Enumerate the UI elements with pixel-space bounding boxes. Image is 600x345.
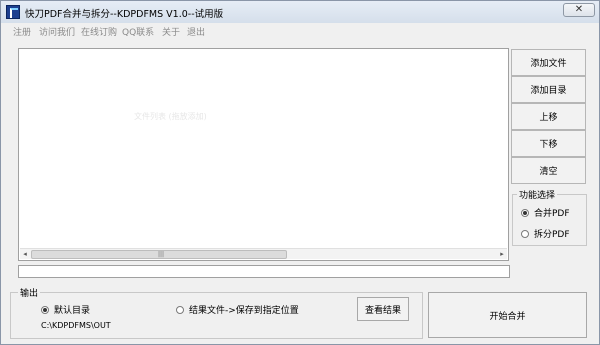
window-title: 快刀PDF合并与拆分--KDPDFMS V1.0--试用版 bbox=[25, 9, 224, 20]
add-file-button[interactable]: 添加文件 bbox=[511, 49, 586, 76]
app-window: 快刀PDF合并与拆分--KDPDFMS V1.0--试用版 ✕ 注册 访问我们 … bbox=[0, 0, 600, 345]
merge-pdf-radio[interactable]: 合并PDF bbox=[521, 206, 570, 219]
output-label: 输出 bbox=[18, 286, 41, 299]
function-select-label: 功能选择 bbox=[517, 188, 558, 201]
custom-location-radio[interactable]: 结果文件->保存到指定位置 bbox=[176, 303, 299, 316]
merge-pdf-label: 合并PDF bbox=[534, 209, 570, 219]
menu-visit-us[interactable]: 访问我们 bbox=[39, 25, 75, 38]
menu-qq-contact[interactable]: QQ联系 bbox=[122, 25, 154, 38]
radio-selected-icon bbox=[521, 208, 529, 217]
file-list-placeholder: 文件列表 (拖放添加) bbox=[134, 112, 207, 121]
default-directory-label: 默认目录 bbox=[54, 306, 91, 316]
file-list[interactable]: 文件列表 (拖放添加) ◂ ||| ▸ bbox=[18, 48, 509, 261]
output-path: C:\KDPDFMS\OUT bbox=[41, 321, 111, 330]
default-directory-radio[interactable]: 默认目录 bbox=[41, 303, 90, 316]
output-group: 输出 默认目录 结果文件->保存到指定位置 查看结果 bbox=[10, 286, 423, 339]
app-logo-icon bbox=[6, 5, 20, 19]
menu-about[interactable]: 关于 bbox=[162, 25, 180, 38]
menu-bar: 注册 访问我们 在线订购 QQ联系 关于 退出 bbox=[1, 23, 599, 39]
radio-unselected-icon bbox=[521, 229, 529, 238]
menu-exit[interactable]: 退出 bbox=[187, 25, 205, 38]
view-results-button[interactable]: 查看结果 bbox=[357, 297, 409, 321]
clear-button[interactable]: 清空 bbox=[511, 157, 586, 184]
scroll-thumb[interactable]: ||| bbox=[31, 250, 287, 259]
add-directory-button[interactable]: 添加目录 bbox=[511, 76, 586, 103]
radio-selected-icon bbox=[41, 305, 49, 314]
status-field bbox=[18, 265, 510, 278]
menu-register[interactable]: 注册 bbox=[13, 25, 31, 38]
scroll-left-icon[interactable]: ◂ bbox=[20, 249, 30, 259]
horizontal-scrollbar[interactable]: ◂ ||| ▸ bbox=[20, 248, 507, 259]
grip-icon: ||| bbox=[158, 251, 165, 258]
title-bar: 快刀PDF合并与拆分--KDPDFMS V1.0--试用版 ✕ bbox=[1, 1, 599, 23]
menu-order-online[interactable]: 在线订购 bbox=[81, 25, 117, 38]
move-up-button[interactable]: 上移 bbox=[511, 103, 586, 130]
start-merge-button[interactable]: 开始合并 bbox=[428, 292, 587, 338]
custom-location-label: 结果文件->保存到指定位置 bbox=[189, 306, 299, 316]
scroll-right-icon[interactable]: ▸ bbox=[497, 249, 507, 259]
move-down-button[interactable]: 下移 bbox=[511, 130, 586, 157]
split-pdf-label: 拆分PDF bbox=[534, 230, 570, 240]
split-pdf-radio[interactable]: 拆分PDF bbox=[521, 227, 570, 240]
close-button[interactable]: ✕ bbox=[563, 3, 595, 17]
radio-unselected-icon bbox=[176, 305, 184, 314]
function-select-group: 功能选择 合并PDF 拆分PDF bbox=[512, 188, 587, 246]
